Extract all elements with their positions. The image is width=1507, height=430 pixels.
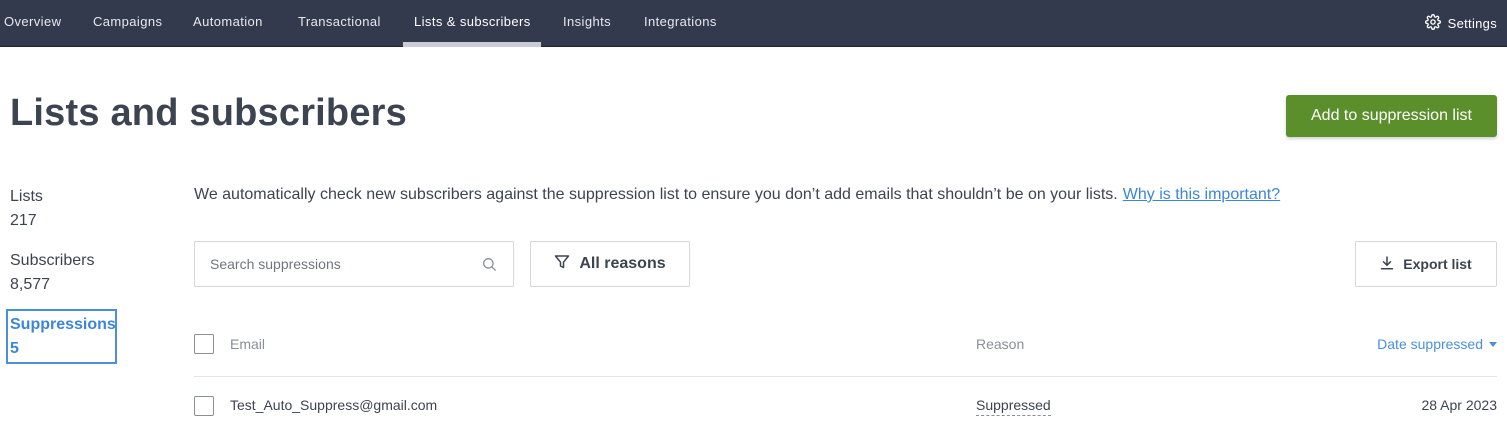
filter-icon — [554, 254, 570, 275]
column-header-reason: Reason — [976, 336, 1025, 352]
sidebar-item-count: 5 — [10, 340, 19, 357]
gear-icon — [1424, 13, 1441, 33]
row-date-suppressed: 28 Apr 2023 — [1421, 397, 1497, 413]
top-navigation: Overview Campaigns Automation Transactio… — [0, 0, 1507, 47]
sidebar-item-suppressions[interactable]: Suppressions 5 — [6, 309, 117, 364]
filter-label: All reasons — [579, 255, 666, 272]
tab-transactional[interactable]: Transactional — [298, 0, 381, 46]
row-email: Test_Auto_Suppress@gmail.com — [230, 397, 438, 413]
row-reason[interactable]: Suppressed — [976, 397, 1051, 416]
select-all-checkbox[interactable] — [194, 334, 214, 354]
search-suppressions-field — [194, 241, 514, 287]
tab-automation[interactable]: Automation — [193, 0, 263, 46]
sidebar-item-count: 8,577 — [10, 276, 51, 293]
suppression-info-text: We automatically check new subscribers a… — [194, 186, 1280, 204]
sidebar-item-count: 217 — [10, 212, 37, 229]
column-header-date-suppressed[interactable]: Date suppressed — [1377, 336, 1497, 352]
export-list-button[interactable]: Export list — [1355, 241, 1497, 287]
search-input[interactable] — [195, 242, 475, 286]
active-tab-indicator — [403, 42, 541, 47]
why-is-this-important-link[interactable]: Why is this important? — [1123, 186, 1280, 203]
tab-insights[interactable]: Insights — [563, 0, 611, 46]
tab-overview[interactable]: Overview — [4, 0, 61, 46]
sidebar-item-subscribers[interactable]: Subscribers 8,577 — [10, 249, 120, 297]
table-divider — [194, 376, 1497, 377]
caret-down-icon — [1489, 341, 1497, 347]
tab-lists-subscribers[interactable]: Lists & subscribers — [414, 0, 531, 46]
sidebar-item-label: Lists — [10, 188, 43, 205]
download-icon — [1380, 255, 1394, 273]
add-to-suppression-list-button[interactable]: Add to suppression list — [1286, 95, 1497, 137]
page-title: Lists and subscribers — [10, 92, 408, 134]
info-text-body: We automatically check new subscribers a… — [194, 186, 1118, 203]
export-label: Export list — [1403, 256, 1472, 272]
settings-label: Settings — [1447, 15, 1497, 31]
sidebar-item-label: Subscribers — [10, 252, 95, 269]
tab-campaigns[interactable]: Campaigns — [93, 0, 162, 46]
sidebar-item-label: Suppressions — [10, 316, 116, 333]
column-header-email: Email — [230, 336, 266, 352]
search-icon[interactable] — [482, 257, 497, 272]
column-header-label: Date suppressed — [1377, 336, 1483, 352]
all-reasons-filter-button[interactable]: All reasons — [530, 241, 690, 287]
tab-integrations[interactable]: Integrations — [644, 0, 717, 46]
settings-link[interactable]: Settings — [1424, 0, 1497, 46]
sidebar-item-lists[interactable]: Lists 217 — [10, 185, 120, 233]
row-checkbox[interactable] — [194, 396, 214, 416]
